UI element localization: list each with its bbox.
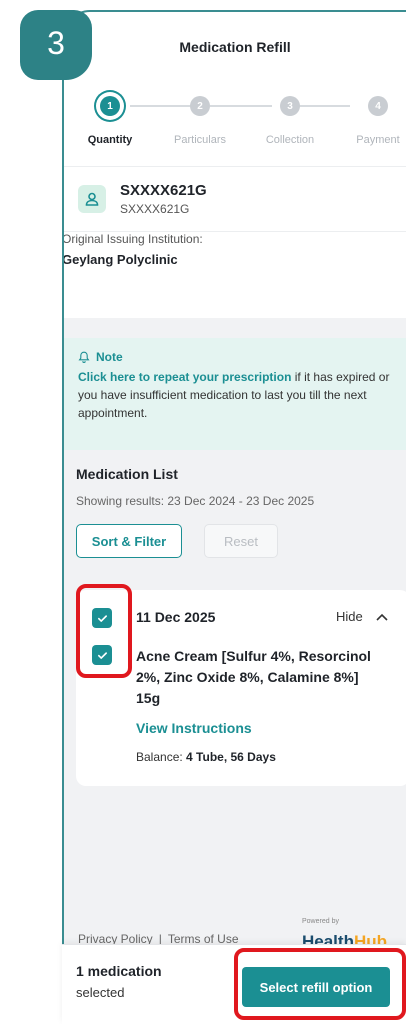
sort-filter-button[interactable]: Sort & Filter (76, 524, 182, 558)
step-number-badge: 3 (20, 10, 92, 80)
balance-value: 4 Tube, 56 Days (186, 750, 276, 764)
step-label: Collection (265, 134, 315, 146)
step-label: Payment (356, 134, 400, 146)
highlight-checkboxes (76, 584, 132, 678)
note-box: Note Click here to repeat your prescript… (64, 338, 406, 450)
note-body: Click here to repeat your prescription i… (78, 368, 398, 422)
step-particulars: 2 Particulars (160, 96, 240, 146)
bell-icon (78, 351, 90, 363)
view-instructions-link[interactable]: View Instructions (136, 720, 252, 736)
selected-label: selected (76, 985, 125, 1000)
medication-list-range: Showing results: 23 Dec 2024 - 23 Dec 20… (76, 494, 315, 508)
step-payment: 4 Payment (338, 96, 406, 146)
user-icon (78, 185, 106, 213)
patient-row: SXXXX621G SXXXX621G (64, 166, 406, 232)
selected-count: 1 medication (76, 963, 162, 979)
institution-name: Geylang Polyclinic (62, 252, 178, 267)
note-title: Note (96, 350, 123, 364)
reset-button[interactable]: Reset (204, 524, 278, 558)
highlight-select-button (234, 948, 406, 1020)
repeat-prescription-link[interactable]: Click here to repeat your prescription (78, 370, 291, 384)
step-dot: 3 (280, 96, 300, 116)
powered-by-label: Powered by (302, 918, 339, 925)
patient-id-sub: SXXXX621G (120, 202, 190, 216)
prescription-date: 11 Dec 2025 (136, 609, 216, 625)
step-label: Particulars (174, 134, 226, 146)
medication-balance: Balance: 4 Tube, 56 Days (136, 750, 276, 764)
step-label: Quantity (87, 134, 133, 146)
balance-label: Balance: (136, 750, 183, 764)
step-number: 3 (47, 24, 65, 61)
page-title: Medication Refill (179, 39, 291, 55)
institution-label: Original Issuing Institution: (62, 232, 203, 246)
step-dot: 2 (190, 96, 210, 116)
step-dot: 1 (100, 96, 120, 116)
patient-id: SXXXX621G (120, 182, 207, 199)
chevron-up-icon (376, 613, 388, 621)
medication-list-title: Medication List (76, 466, 178, 482)
phone-screen: Medication Refill 1 Quantity 2 Particula… (62, 10, 406, 1024)
progress-stepper: 1 Quantity 2 Particulars 3 Collection 4 … (64, 82, 406, 166)
hide-label: Hide (336, 609, 363, 624)
note-title-row: Note (78, 350, 398, 364)
medication-name: Acne Cream [Sulfur 4%, Resorcinol 2%, Zi… (136, 648, 371, 706)
step-collection: 3 Collection (250, 96, 330, 146)
step-dot: 4 (368, 96, 388, 116)
institution-section: Original Issuing Institution: Geylang Po… (64, 232, 406, 308)
step-quantity: 1 Quantity (70, 96, 150, 146)
hide-toggle[interactable]: Hide (336, 609, 389, 624)
